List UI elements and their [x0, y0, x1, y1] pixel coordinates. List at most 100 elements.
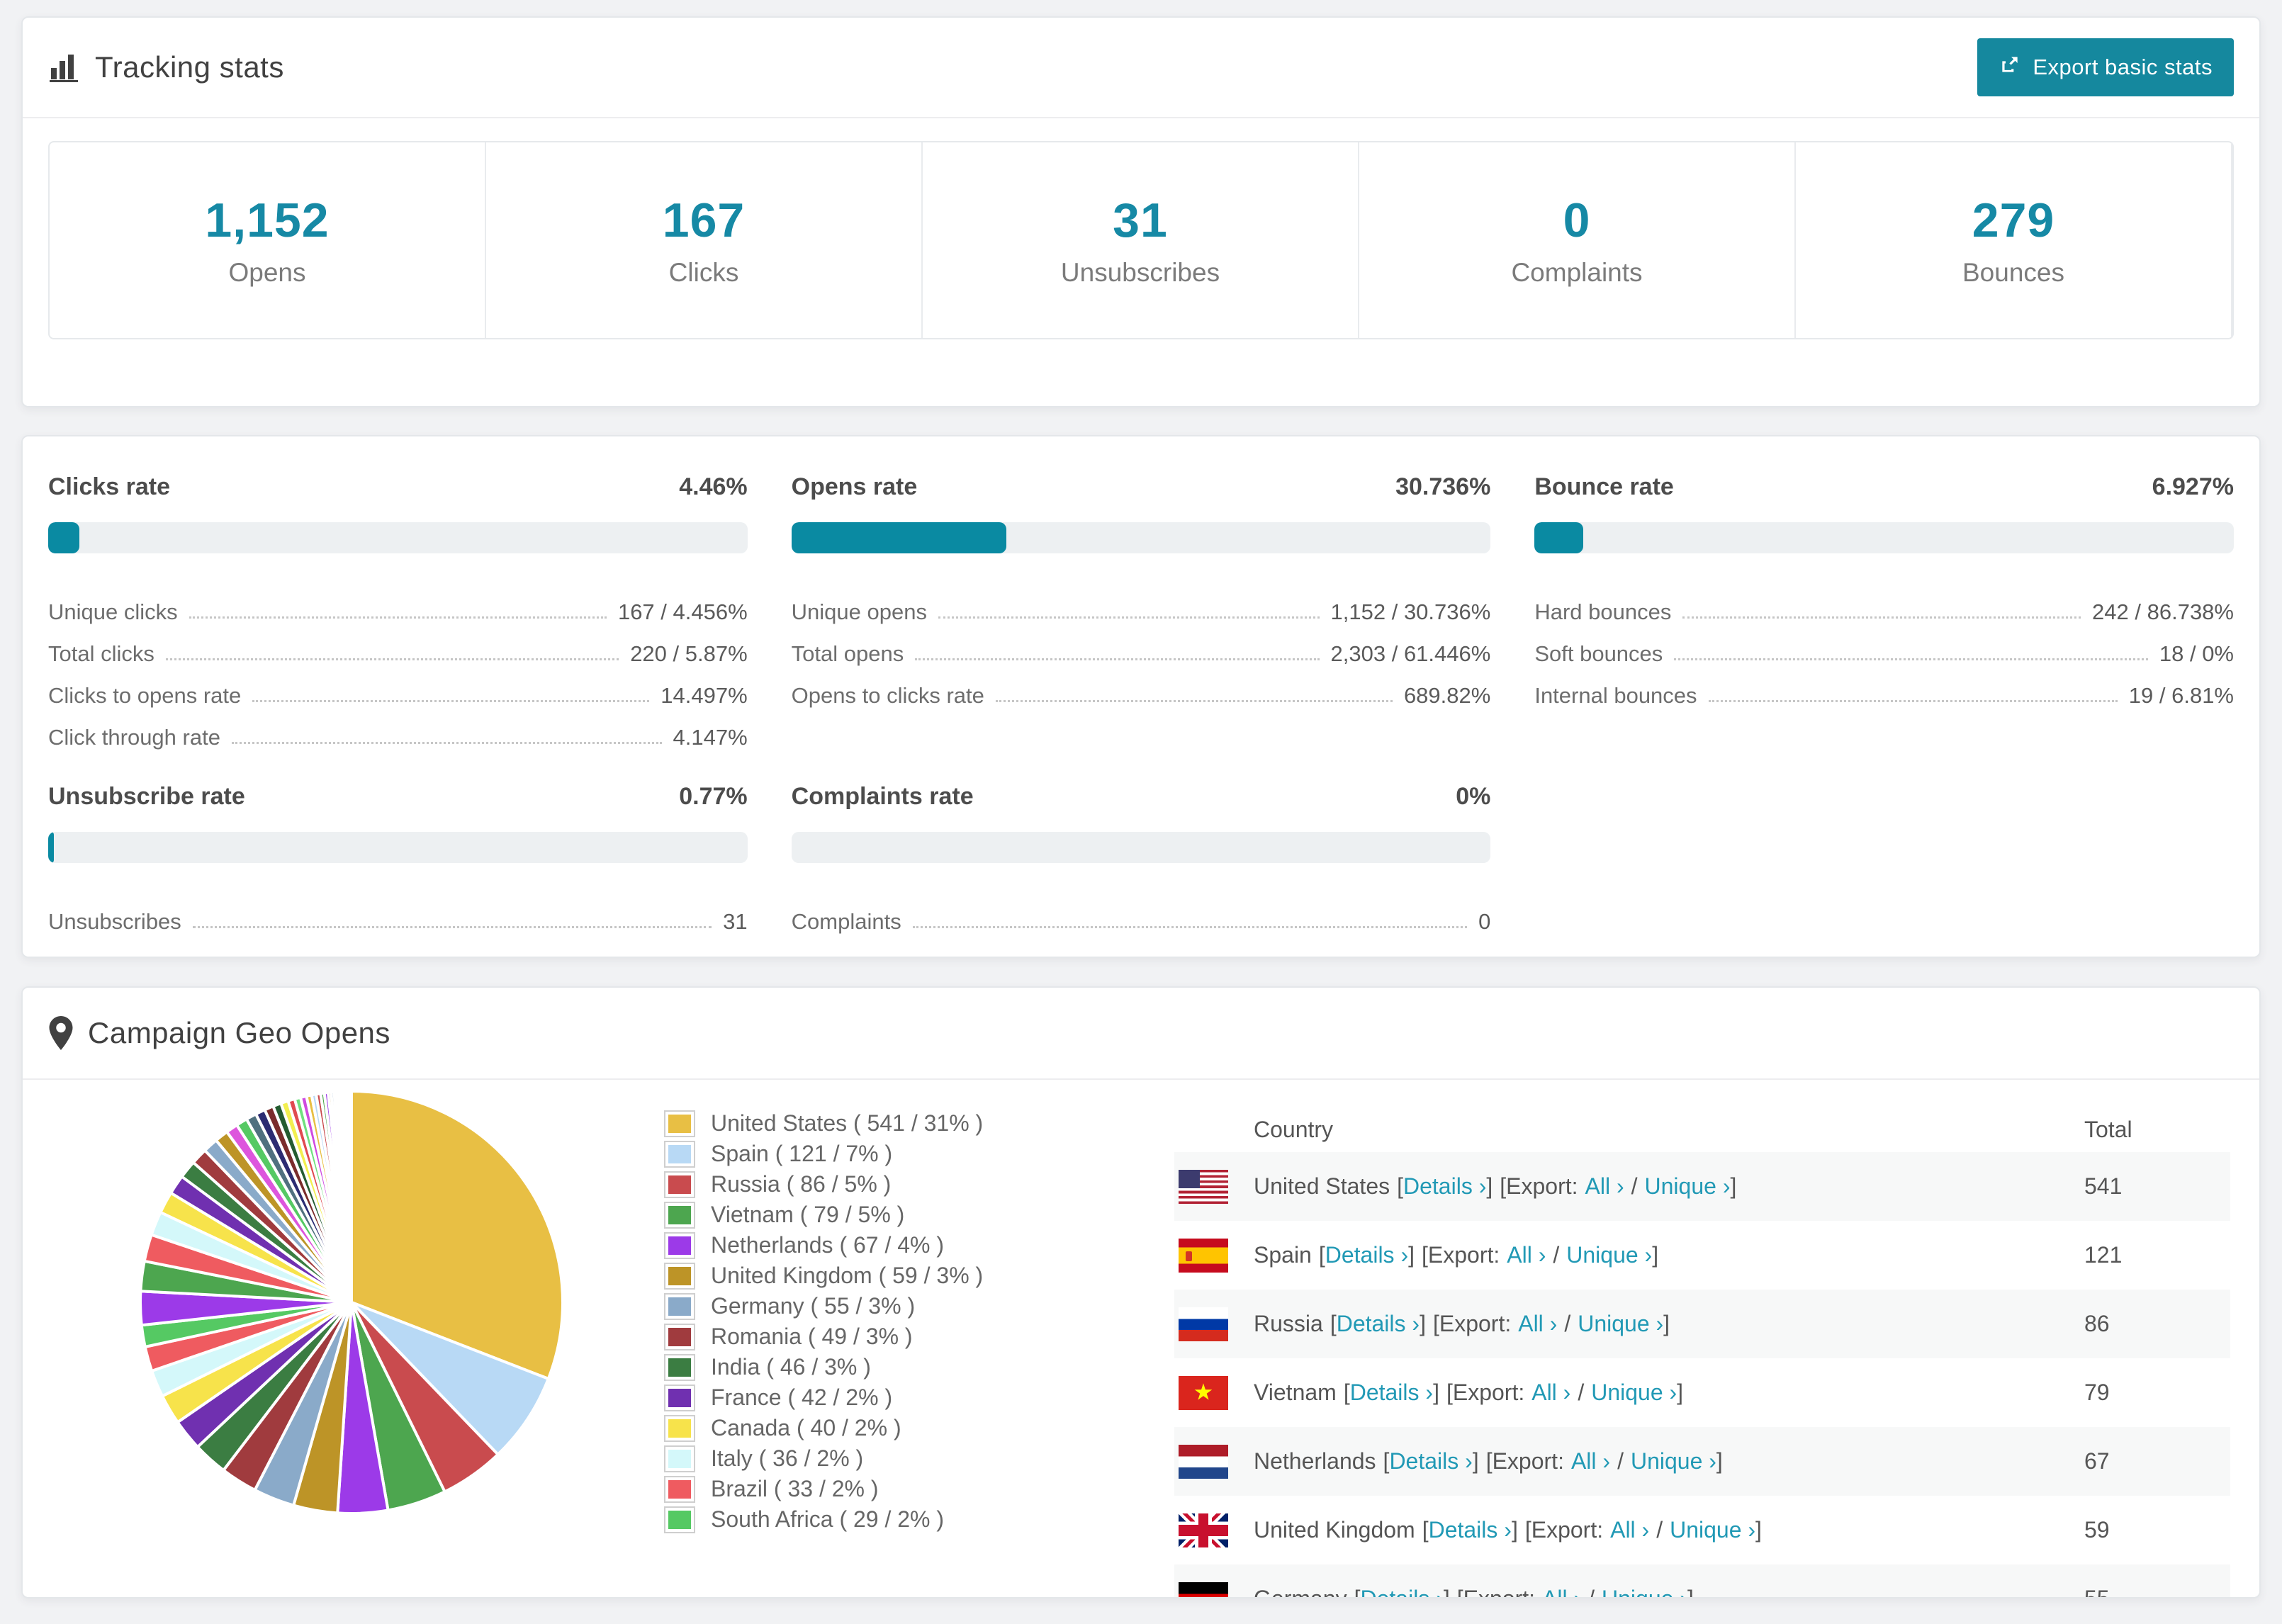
pie-legend: United States ( 541 / 31% ) Spain ( 121 …	[664, 1108, 983, 1535]
rate-stat-value: 4.147%	[673, 725, 748, 750]
details-link[interactable]: Details ›	[1403, 1173, 1486, 1199]
export-unique-link[interactable]: Unique ›	[1670, 1517, 1755, 1543]
table-row: Vietnam[Details ›][Export:All ›/Unique ›…	[1174, 1358, 2230, 1427]
legend-swatch	[664, 1201, 695, 1229]
legend-swatch	[664, 1414, 695, 1442]
export-label: Export:	[1506, 1173, 1578, 1199]
dotted-leader	[165, 658, 619, 660]
geo-opens-header: Campaign Geo Opens	[23, 988, 2259, 1080]
rate-stat-value: 689.82%	[1403, 683, 1491, 708]
export-all-link[interactable]: All ›	[1571, 1448, 1610, 1474]
export-basic-stats-button[interactable]: Export basic stats	[1977, 38, 2234, 96]
rate-block: Unsubscribe rate 0.77% Unsubscribes 31	[48, 783, 748, 935]
rate-stat-row: Total opens 2,303 / 61.446%	[792, 625, 1491, 667]
details-link[interactable]: Details ›	[1429, 1517, 1512, 1543]
rate-block: Opens rate 30.736% Unique opens 1,152 / …	[791, 473, 1491, 750]
rate-value: 4.46%	[679, 473, 748, 500]
legend-item: France ( 42 / 2% )	[664, 1382, 983, 1413]
column-header-total: Total	[2084, 1116, 2132, 1142]
rate-stat-label: Total clicks	[48, 641, 154, 666]
geo-pie-chart[interactable]	[136, 1087, 567, 1518]
export-unique-link[interactable]: Unique ›	[1602, 1586, 1687, 1597]
legend-swatch	[664, 1171, 695, 1198]
rate-block: Clicks rate 4.46% Unique clicks 167 / 4.…	[48, 473, 748, 750]
rate-stat-value: 1,152 / 30.736%	[1330, 599, 1491, 624]
legend-swatch	[664, 1475, 695, 1503]
stat-cell: 31 Unsubscribes	[923, 142, 1359, 338]
dotted-leader	[192, 926, 712, 928]
country-name: Russia	[1254, 1311, 1323, 1336]
export-unique-link[interactable]: Unique ›	[1566, 1242, 1652, 1268]
table-row: United States [Details ›] [Export: All › / Un…	[1174, 1152, 2230, 1221]
dotted-leader	[1674, 658, 2148, 660]
stat-cell: 167 Clicks	[486, 142, 923, 338]
details-link[interactable]: Details ›	[1360, 1586, 1443, 1597]
details-link[interactable]: Details ›	[1389, 1448, 1472, 1474]
legend-label: India ( 46 / 3% )	[711, 1354, 871, 1380]
progress-bar-fill	[791, 522, 1006, 553]
export-unique-link[interactable]: Unique ›	[1645, 1173, 1731, 1199]
export-all-link[interactable]: All ›	[1585, 1173, 1624, 1199]
export-all-link[interactable]: All ›	[1518, 1311, 1557, 1336]
export-label: Export:	[1427, 1242, 1500, 1268]
country-total: 121	[2084, 1242, 2123, 1268]
details-link[interactable]: Details ›	[1337, 1311, 1420, 1336]
country-name: United States	[1254, 1173, 1390, 1199]
country-name: Germany	[1254, 1586, 1347, 1598]
progress-bar-track	[1534, 522, 2234, 553]
legend-item: Canada ( 40 / 2% )	[664, 1413, 983, 1443]
geo-table: Country Total United States [Details ›] [E…	[1174, 1107, 2230, 1598]
stat-value: 167	[662, 193, 746, 247]
rate-block: Complaints rate 0% Complaints 0	[791, 783, 1491, 935]
country-flag-icon	[1179, 1169, 1228, 1204]
export-unique-link[interactable]: Unique ›	[1578, 1311, 1663, 1336]
rate-stat-value: 14.497%	[661, 683, 748, 708]
export-unique-link[interactable]: Unique ›	[1591, 1380, 1677, 1405]
legend-item: Vietnam ( 79 / 5% )	[664, 1200, 983, 1230]
rate-stat-label: Unsubscribes	[48, 909, 181, 934]
stat-value: 31	[1113, 193, 1168, 247]
page-title: Tracking stats	[95, 50, 284, 84]
rate-stat-row: Hard bounces 242 / 86.738%	[1534, 583, 2234, 625]
dotted-leader	[938, 616, 1320, 619]
rate-title: Clicks rate	[48, 473, 170, 500]
country-flag-icon	[1179, 1581, 1228, 1597]
export-all-link[interactable]: All ›	[1610, 1517, 1649, 1543]
pie-slice[interactable]	[349, 1089, 353, 1304]
geo-opens-card: Campaign Geo Opens United States ( 541 /…	[21, 986, 2261, 1598]
dotted-leader	[231, 742, 662, 744]
table-body: United States [Details ›] [Export: All › / Un…	[1174, 1152, 2230, 1598]
country-flag-icon	[1179, 1238, 1228, 1273]
country-name: Netherlands	[1254, 1448, 1376, 1474]
country-total: 59	[2084, 1517, 2110, 1543]
details-link[interactable]: Details ›	[1325, 1242, 1408, 1268]
legend-label: United States ( 541 / 31% )	[711, 1110, 984, 1136]
legend-swatch	[664, 1262, 695, 1290]
stat-value: 1,152	[205, 193, 330, 247]
table-row: Spain [Details ›] [Export: All › / Unique ›] …	[1174, 1221, 2230, 1290]
export-label: Export:	[1463, 1586, 1535, 1598]
progress-bar-fill	[48, 832, 54, 863]
rate-stat-value: 18 / 0%	[2159, 641, 2234, 666]
stat-cell: 279 Bounces	[1796, 142, 2232, 338]
rate-title: Unsubscribe rate	[48, 783, 245, 810]
export-all-link[interactable]: All ›	[1507, 1242, 1546, 1268]
export-all-link[interactable]: All ›	[1531, 1380, 1570, 1405]
details-link[interactable]: Details ›	[1350, 1380, 1433, 1405]
legend-item: Russia ( 86 / 5% )	[664, 1169, 983, 1200]
stat-value: 279	[1972, 193, 2055, 247]
legend-swatch	[664, 1353, 695, 1381]
progress-bar-fill	[48, 522, 79, 553]
rate-stat-label: Click through rate	[48, 725, 220, 750]
rate-stat-label: Clicks to opens rate	[48, 683, 242, 708]
export-all-link[interactable]: All ›	[1542, 1586, 1581, 1597]
legend-item: Brazil ( 33 / 2% )	[664, 1474, 983, 1504]
export-unique-link[interactable]: Unique ›	[1631, 1448, 1716, 1474]
legend-item: United States ( 541 / 31% )	[664, 1108, 983, 1139]
stat-label: Bounces	[1962, 258, 2064, 287]
legend-swatch	[664, 1445, 695, 1472]
map-pin-icon	[48, 1016, 74, 1050]
rate-value: 30.736%	[1395, 473, 1491, 500]
dotted-leader	[912, 926, 1468, 928]
rate-stat-row: Complaints 0	[792, 893, 1491, 935]
